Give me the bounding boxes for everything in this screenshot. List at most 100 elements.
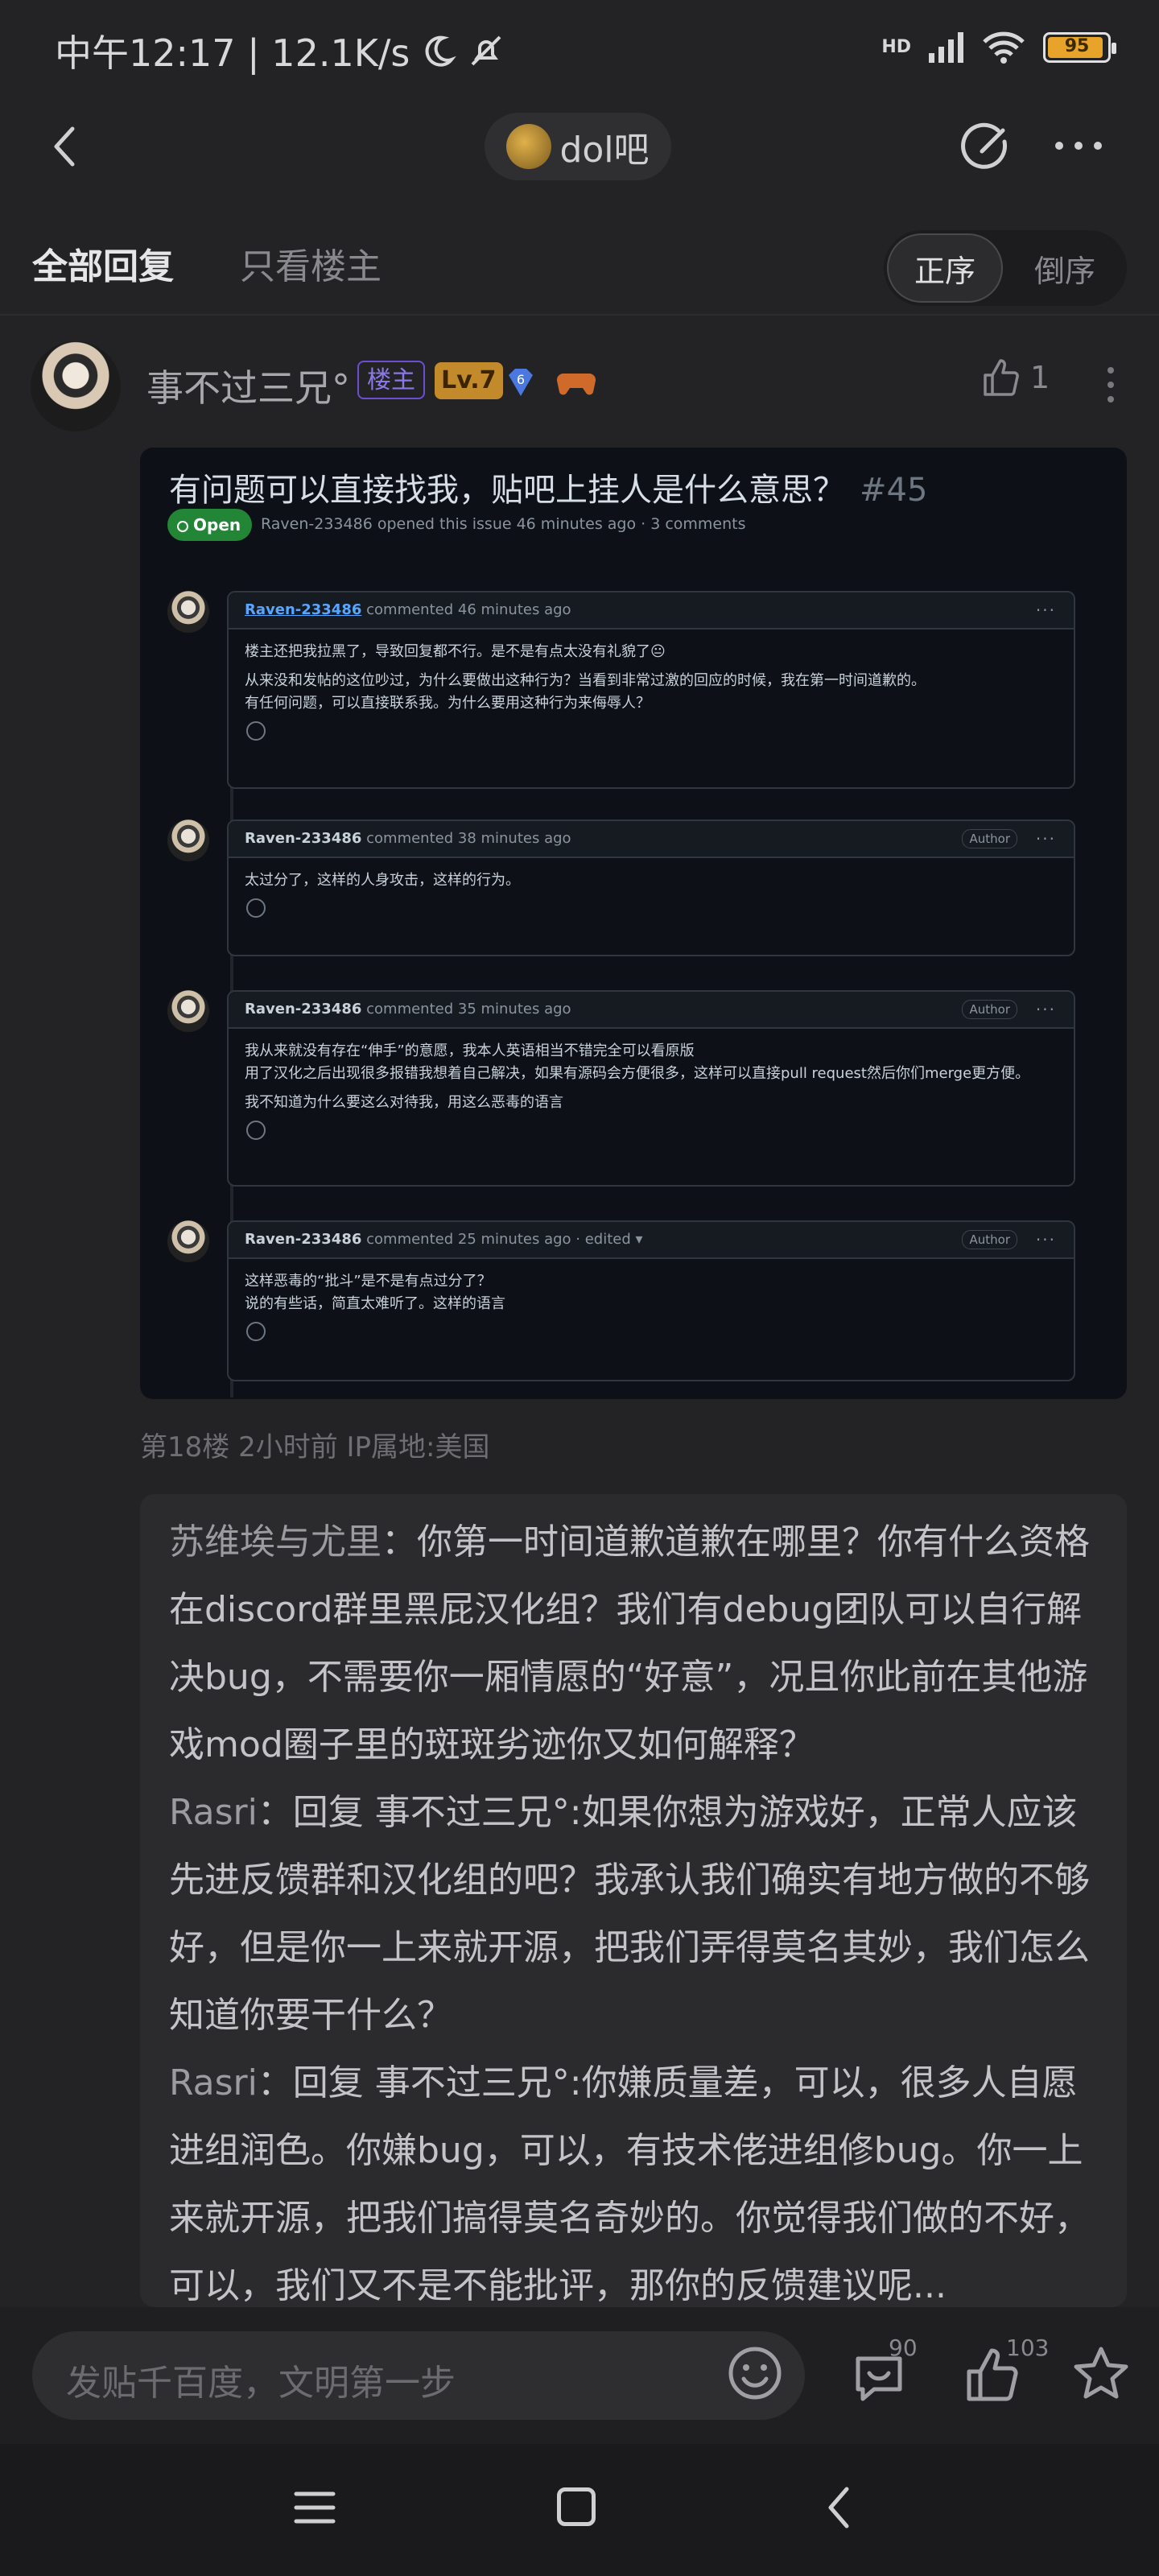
comment-body: 楼主还把我拉黑了，导致回复都不行。是不是有点太没有礼貌了😐 从来没和发帖的这位吵… — [229, 630, 1074, 747]
comment-time: commented 35 minutes ago — [366, 1001, 571, 1018]
diamond-level: 6 — [517, 372, 525, 387]
author-badge: Author — [962, 1230, 1017, 1249]
gamepad-icon — [556, 373, 596, 395]
sub-reply[interactable]: Rasri：回复 事不过三兄°:你嫌质量差，可以，很多人自愿进组润色。你嫌bug… — [169, 2050, 1098, 2307]
sub-reply-author[interactable]: Rasri — [169, 2062, 258, 2103]
comment-text: 从来没和发帖的这位吵过，为什么要做出这种行为？当看到非常过激的回应的时候，我在第… — [245, 672, 926, 712]
sub-reply-author[interactable]: 苏维埃与尤里 — [169, 1521, 382, 1563]
level-badge: Lv.7 — [435, 362, 503, 399]
reaction-icon[interactable] — [246, 898, 266, 918]
post-more-button[interactable] — [1095, 361, 1127, 409]
comment-avatar — [167, 819, 209, 861]
comment-card: Raven-233486 commented 46 minutes ago ··… — [227, 591, 1075, 789]
status-left: 中午12:17 | 12.1K/s — [55, 24, 505, 77]
diamond-badge: 6 — [502, 364, 539, 401]
more-icon — [1055, 142, 1102, 150]
more-vertical-icon — [1107, 367, 1114, 402]
issue-status-badge: Open — [167, 509, 253, 541]
author-badge: Author — [962, 1000, 1017, 1019]
comment-body: 我从来就没有存在“伸手”的意愿，我本人英语相当不错完全可以看原版 用了汉化之后出… — [229, 1029, 1074, 1146]
thumb-up-icon — [984, 359, 1019, 396]
reaction-icon[interactable] — [246, 1121, 266, 1140]
tab-all-replies[interactable]: 全部回复 — [32, 237, 174, 289]
sub-reply[interactable]: Rasri：回复 事不过三兄°:如果你想为游戏好，正常人应该先进反馈群和汉化组的… — [169, 1779, 1098, 2050]
like-count: 1 — [1030, 360, 1050, 395]
open-issue-icon — [177, 521, 188, 532]
favorite-button[interactable] — [1069, 2343, 1133, 2407]
comment-menu-icon[interactable]: ··· — [1036, 821, 1056, 857]
back-icon — [828, 2487, 849, 2529]
issue-status: Open — [193, 515, 241, 535]
edit-button[interactable] — [958, 118, 1014, 174]
issue-meta: Raven-233486 opened this issue 46 minute… — [261, 515, 746, 533]
status-time-speed: 中午12:17 | 12.1K/s — [55, 31, 410, 75]
sub-reply-text: ：回复 事不过三兄°:如果你想为游戏好，正常人应该先进反馈群和汉化组的吧？我承认… — [169, 1792, 1090, 2036]
edit-icon — [961, 122, 1008, 169]
issue-number: #45 — [860, 472, 928, 509]
wifi-icon — [983, 31, 1025, 64]
network-type: HD — [881, 37, 911, 57]
comment-author[interactable]: Raven-233486 — [245, 601, 361, 618]
forum-name: dol吧 — [559, 130, 650, 171]
sub-reply[interactable]: 苏维埃与尤里：你第一时间道歉道歉在哪里？你有什么资格在discord群里黑屁汉化… — [169, 1509, 1098, 1779]
sub-reply-author[interactable]: Rasri — [169, 1792, 258, 1833]
comment-avatar — [167, 1220, 209, 1262]
bell-off-icon — [471, 35, 501, 66]
reaction-icon[interactable] — [246, 721, 266, 741]
menu-icon — [294, 2491, 336, 2524]
comment-text: 太过分了，这样的人身攻击，这样的行为。 — [245, 872, 520, 889]
status-right: HD 95 — [881, 31, 1116, 64]
system-back-button[interactable] — [821, 2483, 856, 2533]
diamond-icon: 6 — [509, 369, 533, 396]
username[interactable]: 事不过三兄° — [146, 359, 350, 412]
comment-avatar — [167, 591, 209, 633]
comment-card: Raven-233486 commented 38 minutes ago Au… — [227, 819, 1075, 956]
home-button[interactable] — [557, 2487, 596, 2526]
comment-header: Raven-233486 commented 25 minutes ago · … — [229, 1222, 1074, 1259]
forum-avatar — [506, 124, 552, 169]
thumb-up-count: 103 — [1006, 2334, 1050, 2361]
more-button[interactable] — [1046, 119, 1111, 172]
post-image[interactable]: 有问题可以直接找我，贴吧上挂人是什么意思？ #45 Open Raven-2334… — [140, 448, 1127, 1399]
comment-author[interactable]: Raven-233486 — [245, 1001, 361, 1018]
issue-title-row: 有问题可以直接找我，贴吧上挂人是什么意思？ #45 — [169, 464, 927, 510]
comment-header: Raven-233486 commented 38 minutes ago Au… — [229, 821, 1074, 858]
recent-apps-button[interactable] — [291, 2484, 338, 2531]
avatar[interactable] — [31, 341, 121, 431]
battery-icon: 95 — [1043, 32, 1116, 63]
comment-author[interactable]: Raven-233486 — [245, 1231, 361, 1248]
comment-text: 楼主还把我拉黑了，导致回复都不行。是不是有点太没有礼貌了😐 — [245, 643, 666, 660]
reaction-icon[interactable] — [246, 1322, 266, 1341]
emoji-icon — [728, 2347, 782, 2400]
comment-author[interactable]: Raven-233486 — [245, 830, 361, 847]
comment-body: 这样恶毒的“批斗”是不是有点过分了？ 说的有些话，简直太难听了。这样的语言 — [229, 1259, 1074, 1348]
comment-text: 我不知道为什么要这么对待我，用这么恶毒的语言 — [245, 1094, 563, 1111]
comment-header: Raven-233486 commented 46 minutes ago ··… — [229, 592, 1074, 630]
tab-only-op[interactable]: 只看楼主 — [240, 237, 382, 289]
comment-text: 我从来就没有存在“伸手”的意愿，我本人英语相当不错完全可以看原版 用了汉化之后出… — [245, 1042, 1030, 1082]
author-badge: Author — [962, 829, 1017, 848]
sub-reply-text: ：回复 事不过三兄°:你嫌质量差，可以，很多人自愿进组润色。你嫌bug，可以，有… — [169, 2062, 1090, 2306]
signal-icon — [929, 32, 963, 63]
comment-count: 90 — [889, 2334, 918, 2361]
forum-pill[interactable]: dol吧 — [485, 113, 671, 180]
comment-menu-icon[interactable]: ··· — [1036, 992, 1056, 1027]
comment-time: commented 25 minutes ago · edited ▾ — [366, 1231, 643, 1248]
issue-title: 有问题可以直接找我，贴吧上挂人是什么意思？ — [169, 472, 845, 509]
op-badge: 楼主 — [357, 361, 425, 399]
sub-replies-box[interactable]: 苏维埃与尤里：你第一时间道歉道歉在哪里？你有什么资格在discord群里黑屁汉化… — [140, 1494, 1127, 2307]
comment-body: 太过分了，这样的人身攻击，这样的行为。 — [229, 858, 1074, 924]
back-button[interactable] — [42, 114, 90, 179]
sort-descending-button[interactable]: 倒序 — [1006, 233, 1124, 303]
battery-level: 95 — [1064, 36, 1090, 56]
comment-menu-icon[interactable]: ··· — [1036, 1222, 1056, 1257]
comment-time: commented 38 minutes ago — [366, 830, 571, 847]
comment-menu-icon[interactable]: ··· — [1036, 592, 1056, 628]
post-meta: 第18楼 2小时前 IP属地:美国 — [140, 1431, 490, 1463]
sort-ascending-button[interactable]: 正序 — [887, 233, 1003, 303]
comment-card: Raven-233486 commented 35 minutes ago Au… — [227, 990, 1075, 1187]
like-button[interactable]: 1 — [980, 356, 1050, 399]
comment-header: Raven-233486 commented 35 minutes ago Au… — [229, 992, 1074, 1029]
emoji-button[interactable] — [724, 2343, 786, 2404]
reply-input-placeholder[interactable]: 发贴千百度，文明第一步 — [66, 2354, 456, 2405]
